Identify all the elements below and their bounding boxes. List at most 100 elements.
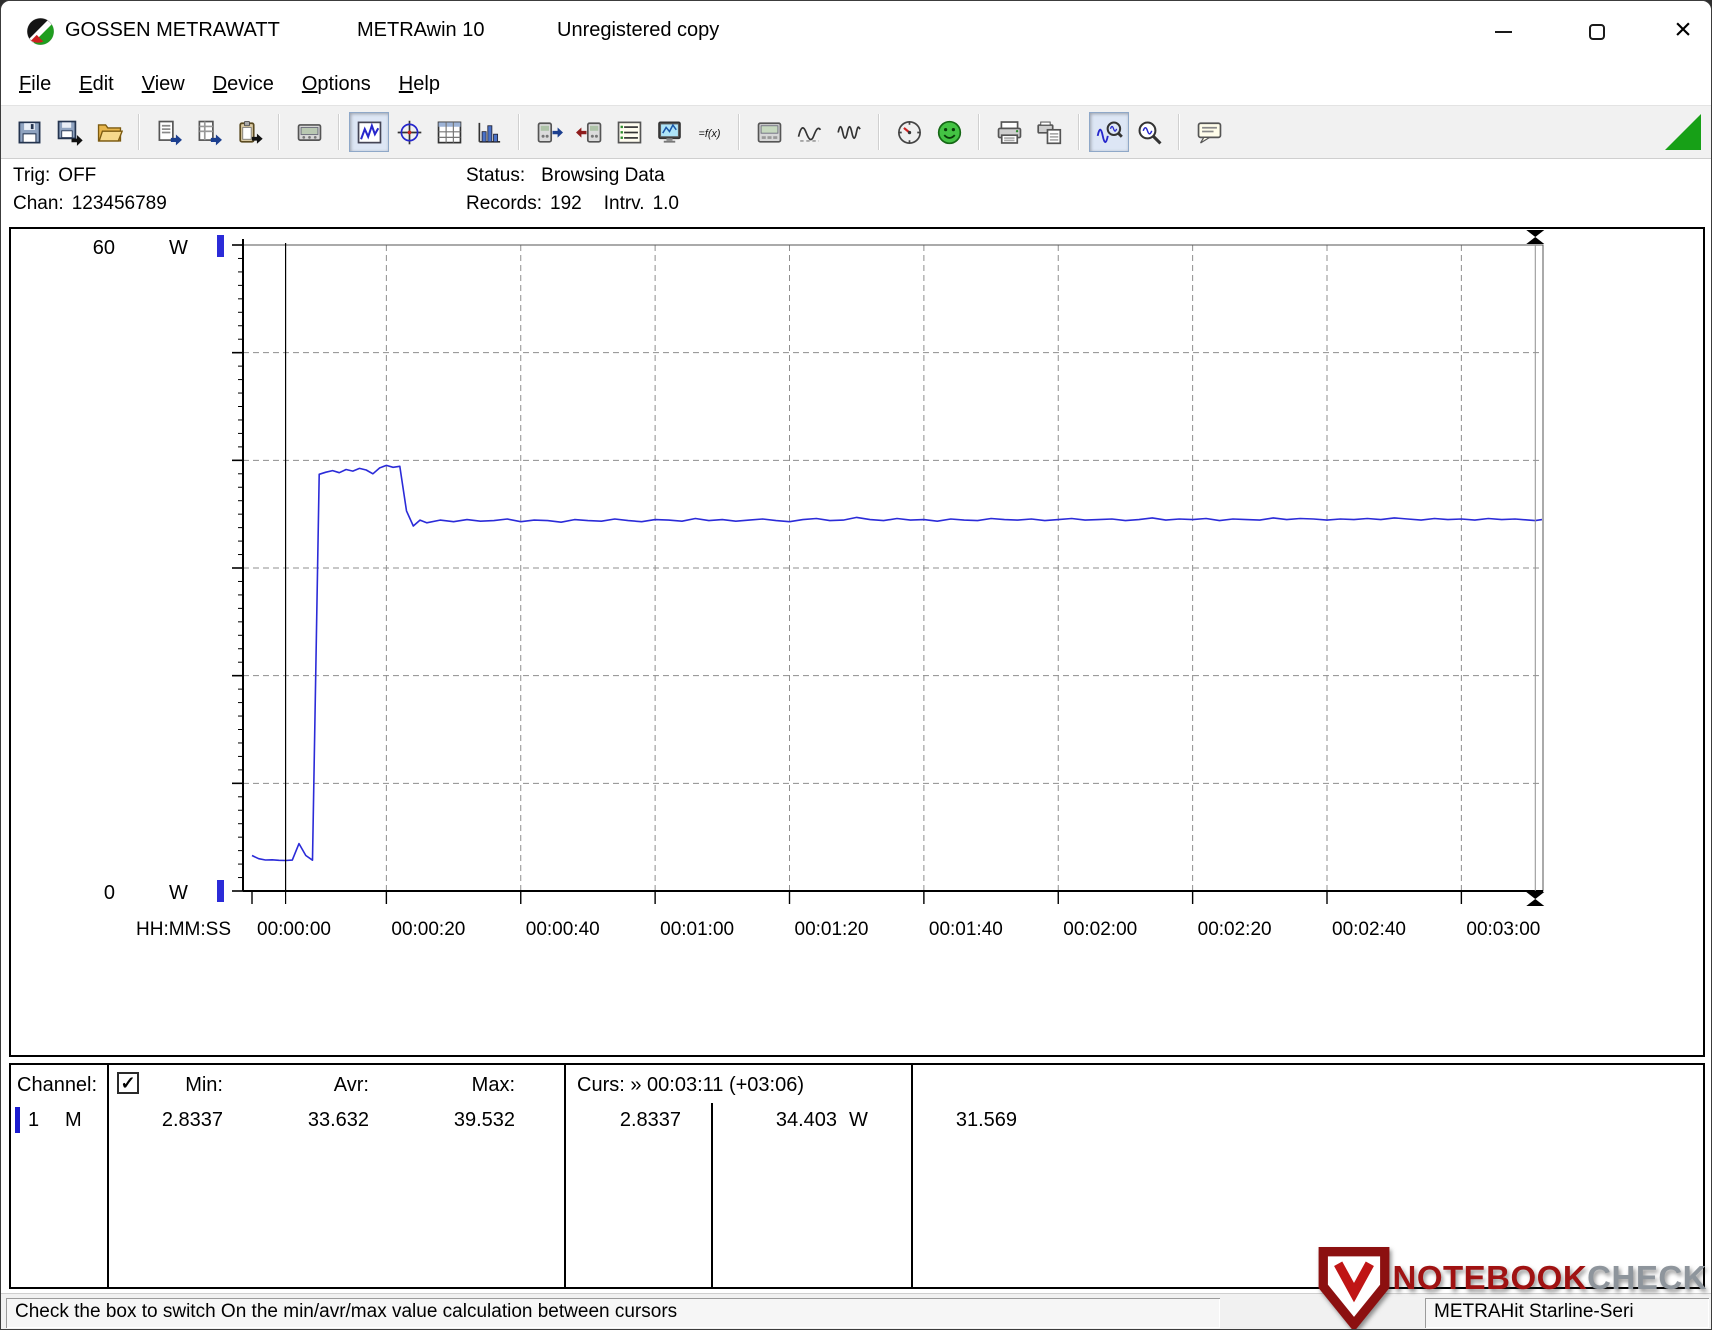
xy-view-icon bbox=[396, 119, 423, 146]
toolbar-meter-display-button[interactable] bbox=[749, 112, 789, 152]
app-window: GOSSEN METRAWATT METRAwin 10 Unregistere… bbox=[0, 0, 1712, 1330]
trend-chart[interactable]: 00:00:0000:00:2000:00:4000:01:0000:01:20… bbox=[11, 229, 1703, 1055]
sequence-icon bbox=[616, 119, 643, 146]
menu-view[interactable]: View bbox=[128, 66, 199, 103]
y-max-label: 60 bbox=[93, 237, 115, 259]
x-axis-label: HH:MM:SS bbox=[136, 919, 231, 940]
row-channel-mode: M bbox=[65, 1109, 82, 1132]
header-channel: Channel: bbox=[17, 1074, 97, 1097]
row-delta-value: 31.569 bbox=[933, 1109, 1017, 1132]
row-cursor1-value: 2.8337 bbox=[589, 1109, 681, 1132]
row-min-value: 2.8337 bbox=[131, 1109, 223, 1132]
trig-value: OFF bbox=[58, 165, 96, 186]
x-tick-label: 00:02:40 bbox=[1332, 919, 1406, 940]
toolbar-print-preview-button[interactable] bbox=[1029, 112, 1069, 152]
toolbar-save-report-button[interactable] bbox=[49, 112, 89, 152]
notebookcheck-watermark: NOTEBOOKCHECK bbox=[1316, 1247, 1707, 1329]
table-divider bbox=[107, 1065, 109, 1287]
interval-value: 1.0 bbox=[653, 193, 679, 214]
close-button[interactable]: × bbox=[1655, 9, 1711, 55]
x-tick-label: 00:02:20 bbox=[1198, 919, 1272, 940]
header-cursor-readout: Curs: » 00:03:11 (+03:06) bbox=[577, 1074, 804, 1097]
x-tick-label: 00:02:00 bbox=[1063, 919, 1137, 940]
menu-help[interactable]: Help bbox=[385, 66, 454, 103]
toolbar-filter-low-button[interactable] bbox=[789, 112, 829, 152]
toolbar-device-download-button[interactable] bbox=[569, 112, 609, 152]
x-tick-label: 00:00:20 bbox=[391, 919, 465, 940]
toolbar-sequence-button[interactable] bbox=[609, 112, 649, 152]
toolbar-statistics-view-button[interactable] bbox=[469, 112, 509, 152]
header-max: Max: bbox=[423, 1074, 515, 1097]
channel-status: Chan:123456789 bbox=[13, 193, 167, 215]
toolbar-trend-view-button[interactable] bbox=[349, 112, 389, 152]
toolbar-print-button[interactable] bbox=[989, 112, 1029, 152]
chart-panel[interactable]: 00:00:0000:00:2000:00:4000:01:0000:01:20… bbox=[9, 227, 1705, 1057]
toolbar-separator bbox=[978, 114, 980, 150]
menu-file[interactable]: File bbox=[5, 66, 65, 103]
toolbar-open-button[interactable] bbox=[89, 112, 129, 152]
resize-grip-icon[interactable] bbox=[1665, 114, 1701, 150]
y-unit-top: W bbox=[169, 237, 188, 259]
toolbar-formula-button[interactable]: =f(x) bbox=[689, 112, 729, 152]
toolbar-gauge-button[interactable] bbox=[889, 112, 929, 152]
acquisition-status: Status: Browsing Data bbox=[466, 165, 665, 187]
trigger-status: Trig: OFF bbox=[13, 165, 96, 187]
title-bar: GOSSEN METRAWATT METRAwin 10 Unregistere… bbox=[1, 1, 1711, 63]
toolbar-zoom-reset-button[interactable] bbox=[1129, 112, 1169, 152]
filter-low-icon bbox=[796, 119, 823, 146]
toolbar-table-view-button[interactable] bbox=[429, 112, 469, 152]
watermark-text: NOTEBOOKCHECK bbox=[1392, 1259, 1707, 1297]
row-avr-value: 33.632 bbox=[277, 1109, 369, 1132]
menu-options[interactable]: Options bbox=[288, 66, 385, 103]
toolbar-monitor-view-button[interactable] bbox=[649, 112, 689, 152]
menu-device[interactable]: Device bbox=[199, 66, 288, 103]
watermark-text-primary: NOTEBOOK bbox=[1392, 1259, 1587, 1296]
toolbar-annotation-button[interactable] bbox=[1189, 112, 1229, 152]
notebookcheck-logo-icon bbox=[1316, 1247, 1392, 1329]
toolbar: =f(x) bbox=[1, 105, 1711, 159]
maximize-button[interactable] bbox=[1569, 9, 1625, 55]
toolbar-separator bbox=[138, 114, 140, 150]
menu-edit[interactable]: Edit bbox=[65, 66, 127, 103]
toolbar-filter-high-button[interactable] bbox=[829, 112, 869, 152]
open-icon bbox=[96, 119, 123, 146]
status-value: Browsing Data bbox=[541, 165, 665, 186]
toolbar-separator bbox=[878, 114, 880, 150]
device-display-icon bbox=[296, 119, 323, 146]
row-cursor2-value: 34.403 bbox=[745, 1109, 837, 1132]
minimize-icon bbox=[1495, 31, 1512, 33]
cursor2-top-handle[interactable] bbox=[1526, 230, 1544, 244]
cursor2-bottom-handle[interactable] bbox=[1526, 892, 1544, 906]
chan-value: 123456789 bbox=[72, 193, 167, 214]
x-tick-label: 00:01:40 bbox=[929, 919, 1003, 940]
toolbar-xy-view-button[interactable] bbox=[389, 112, 429, 152]
trend-view-icon bbox=[356, 119, 383, 146]
toolbar-zoom-signal-button[interactable] bbox=[1089, 112, 1129, 152]
gossen-metrawatt-logo-icon bbox=[25, 16, 56, 47]
y-unit-bottom: W bbox=[169, 882, 188, 904]
minimize-button[interactable] bbox=[1475, 9, 1531, 55]
filter-high-icon bbox=[836, 119, 863, 146]
toolbar-export-text-button[interactable] bbox=[149, 112, 189, 152]
toolbar-device-display-button[interactable] bbox=[289, 112, 329, 152]
toolbar-device-settings-button[interactable] bbox=[529, 112, 569, 152]
x-tick-label: 00:00:00 bbox=[257, 919, 331, 940]
header-avr: Avr: bbox=[277, 1074, 369, 1097]
x-tick-label: 00:03:00 bbox=[1466, 919, 1540, 940]
save-report-icon bbox=[56, 119, 83, 146]
header-min: Min: bbox=[131, 1074, 223, 1097]
trend-chart-host: 00:00:0000:00:2000:00:4000:01:0000:01:20… bbox=[11, 229, 1703, 1060]
formula-icon: =f(x) bbox=[696, 119, 723, 146]
toolbar-separator bbox=[338, 114, 340, 150]
toolbar-separator bbox=[1078, 114, 1080, 150]
trig-label: Trig: bbox=[13, 165, 50, 186]
status-label: Status: bbox=[466, 165, 525, 186]
records-status: Records:192Intrv.1.0 bbox=[466, 193, 679, 215]
toolbar-export-clipboard-button[interactable] bbox=[229, 112, 269, 152]
toolbar-save-button[interactable] bbox=[9, 112, 49, 152]
watermark-text-secondary: CHECK bbox=[1587, 1259, 1707, 1296]
export-text-icon bbox=[156, 119, 183, 146]
print-icon bbox=[996, 119, 1023, 146]
toolbar-status-smiley-button[interactable] bbox=[929, 112, 969, 152]
toolbar-export-csv-button[interactable] bbox=[189, 112, 229, 152]
